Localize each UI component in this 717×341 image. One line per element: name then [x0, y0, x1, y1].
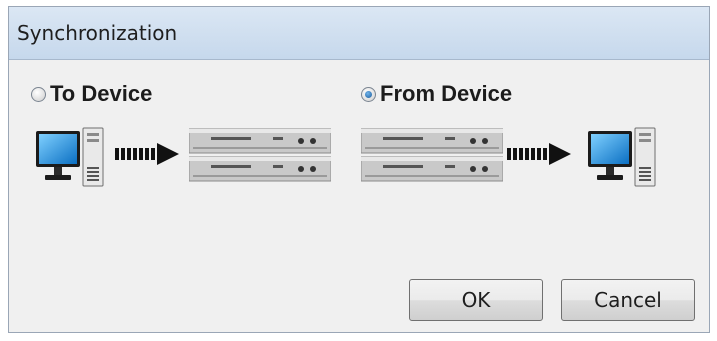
rack-device-icon	[361, 128, 503, 182]
computer-icon	[36, 127, 104, 187]
rack-device-icon	[189, 128, 331, 182]
from-device-radio[interactable]	[361, 86, 376, 102]
to-device-radio[interactable]	[31, 86, 46, 102]
from-device-label[interactable]: From Device	[380, 81, 512, 107]
to-device-label[interactable]: To Device	[50, 81, 152, 107]
to-device-option[interactable]: To Device	[31, 79, 152, 109]
transfer-arrow-icon	[115, 143, 179, 165]
transfer-arrow-icon	[507, 143, 571, 165]
ok-button[interactable]: OK	[409, 279, 543, 321]
title-bar: Synchronization	[9, 7, 709, 60]
computer-icon	[588, 127, 656, 187]
cancel-button[interactable]: Cancel	[561, 279, 695, 321]
dialog-title: Synchronization	[17, 21, 178, 45]
from-device-option[interactable]: From Device	[361, 79, 512, 109]
synchronization-dialog: Synchronization To Device From Device OK…	[8, 6, 710, 333]
